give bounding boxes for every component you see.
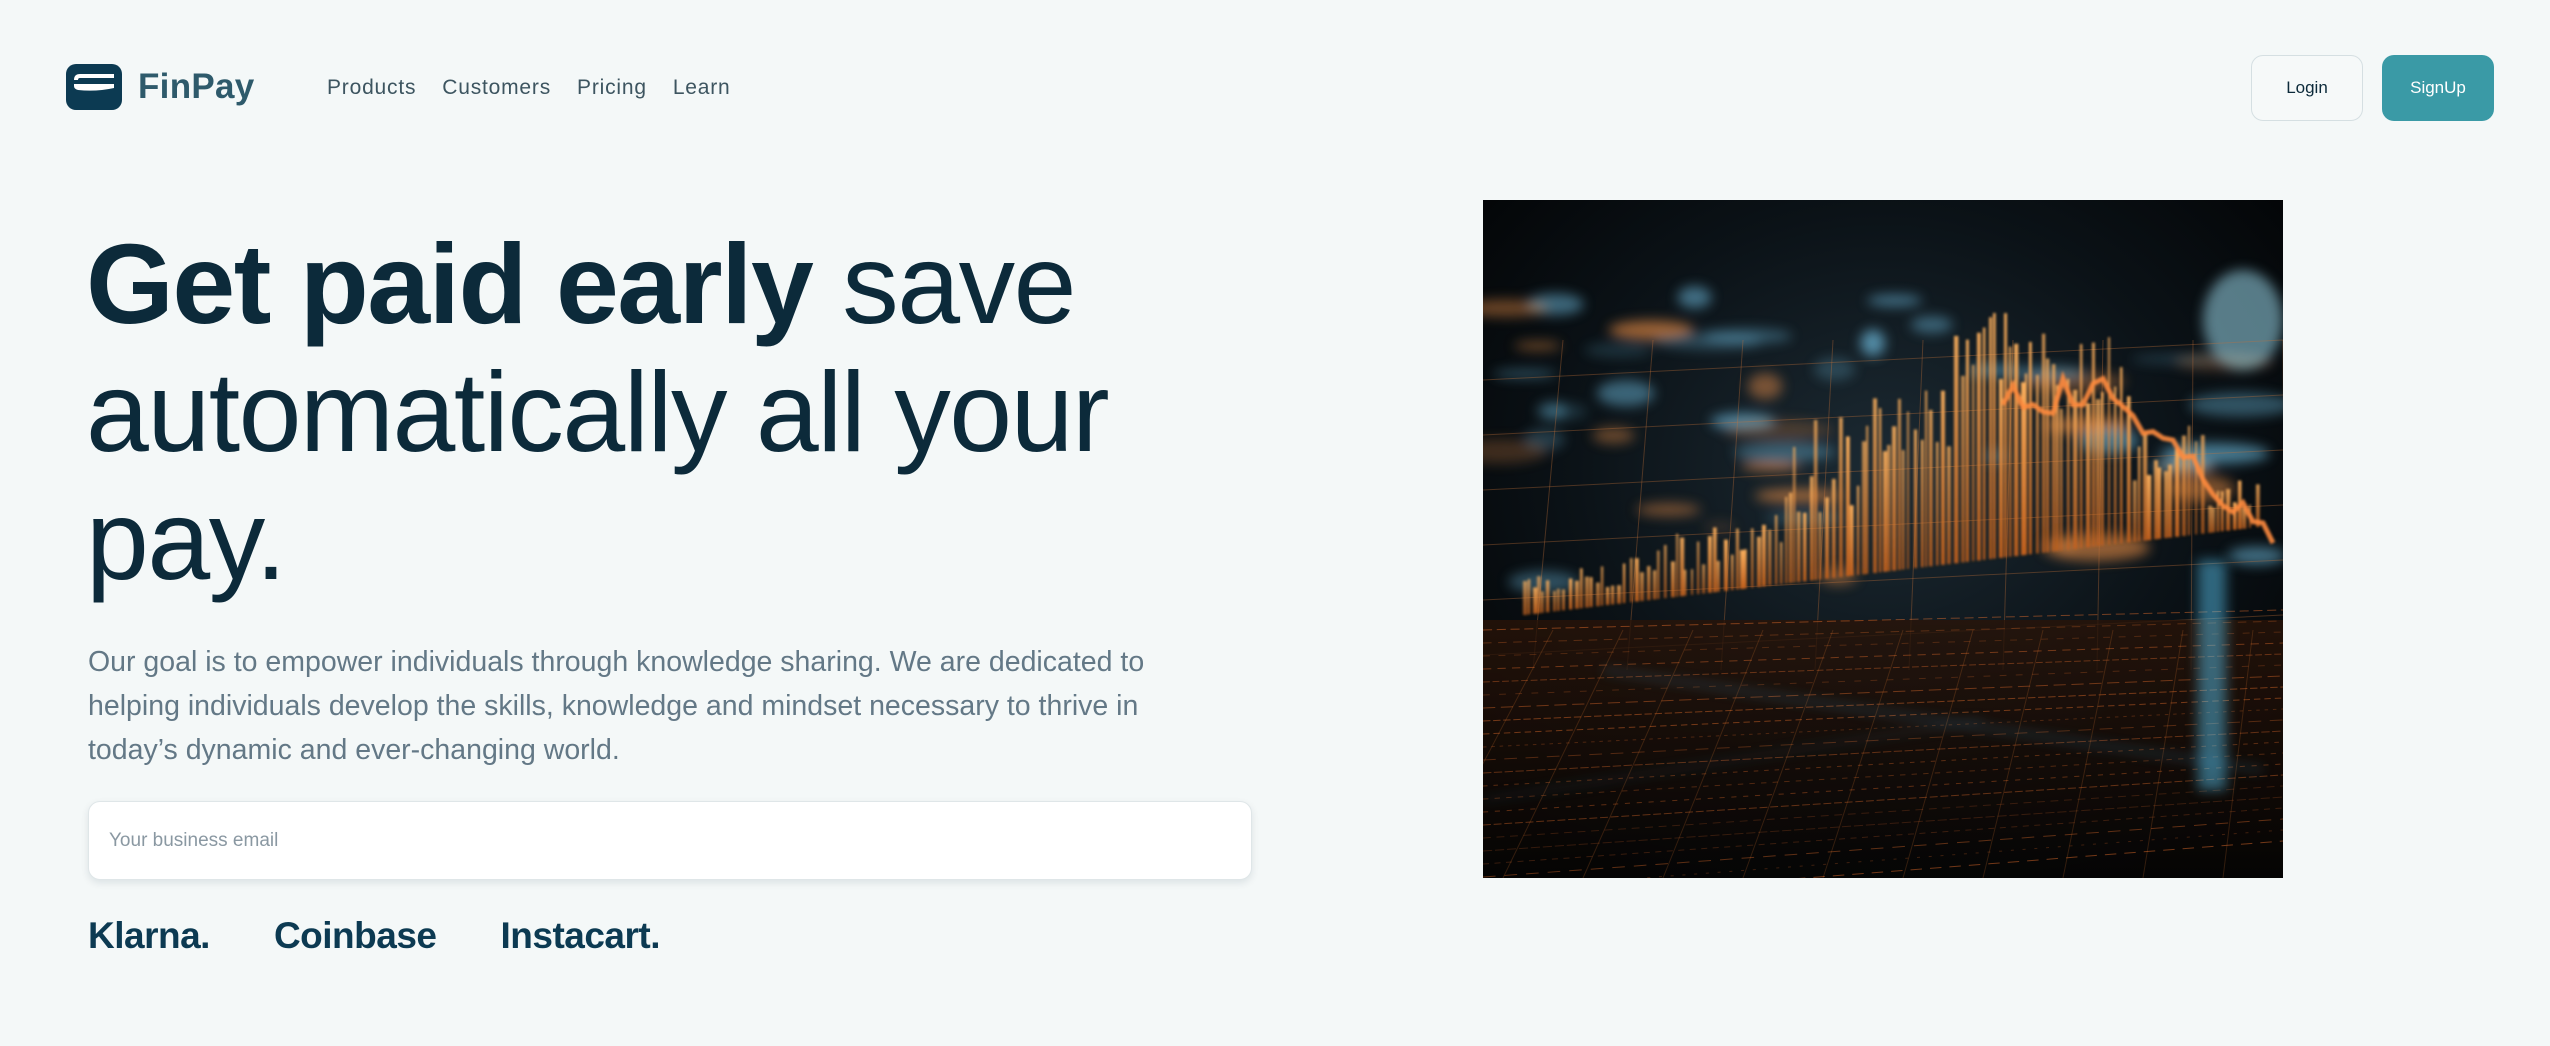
partner-logos: Klarna. Coinbase Instacart.: [88, 915, 660, 957]
partner-logo-klarna: Klarna.: [88, 915, 210, 956]
partner-logo-coinbase: Coinbase: [273, 915, 437, 956]
email-field[interactable]: [89, 802, 1251, 879]
hero-image: [1483, 200, 2283, 878]
nav-products[interactable]: Products: [327, 76, 416, 100]
stock-chart-illustration: [1483, 200, 2283, 878]
login-button[interactable]: Login: [2251, 55, 2363, 121]
auth-buttons: Login SignUp: [2251, 55, 2494, 121]
partner-logo-instacart: Instacart.: [500, 915, 660, 956]
wallet-icon: [66, 64, 122, 110]
hero-description: Our goal is to empower individuals throu…: [88, 646, 1145, 766]
brand[interactable]: FinPay: [66, 64, 255, 110]
main-nav: Products Customers Pricing Learn: [327, 76, 731, 100]
site-header: FinPay Products Customers Pricing Learn …: [0, 0, 2550, 176]
nav-learn[interactable]: Learn: [673, 76, 731, 100]
hero-headline: Get paid early save automatically all yo…: [86, 220, 1266, 604]
signup-button[interactable]: SignUp: [2382, 55, 2494, 121]
brand-name: FinPay: [138, 67, 255, 106]
email-field-wrapper: [88, 801, 1252, 880]
headline-strong: Get paid early: [86, 221, 814, 347]
nav-pricing[interactable]: Pricing: [577, 76, 647, 100]
nav-customers[interactable]: Customers: [442, 76, 551, 100]
